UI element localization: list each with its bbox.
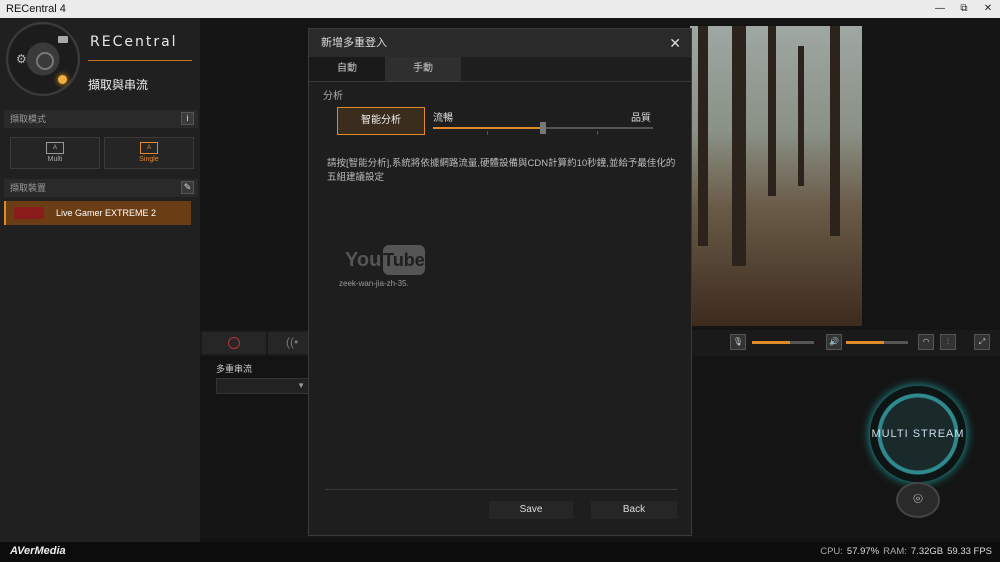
ram-label: RAM: (883, 546, 907, 557)
video-preview (690, 26, 862, 326)
analysis-label: 分析 (323, 91, 343, 102)
capture-mode-label: 擷取模式 (10, 114, 47, 124)
slider-tick (597, 131, 598, 135)
status-bar: AVerMedia CPU: 57.97% RAM: 7.32GB 59.33 … (0, 542, 1000, 562)
youtube-logo: You Tube (343, 243, 425, 277)
avermedia-logo: AVerMedia (10, 545, 66, 557)
fullscreen-icon[interactable]: ⤢ (974, 334, 990, 350)
folder-icon[interactable] (58, 36, 68, 43)
camera-icon[interactable]: ⌾ (896, 482, 940, 518)
capture-card-icon (14, 207, 44, 219)
slider-smooth-label: 流暢 (433, 113, 453, 124)
multistream-button[interactable]: MULTI STREAM (870, 386, 966, 482)
capture-icon[interactable] (36, 52, 54, 70)
add-multi-login-dialog: 新增多重登入 ✕ 自動 手動 分析 智能分析 流暢 品質 請按[智能分析],系統… (308, 28, 692, 536)
cpu-label: CPU: (820, 546, 843, 557)
youtube-logo-tube: Tube (383, 245, 425, 275)
smart-analyze-button[interactable]: 智能分析 (337, 107, 425, 135)
mic-volume-slider[interactable] (752, 341, 790, 344)
back-button[interactable]: Back (591, 501, 677, 519)
dialog-tabs: 自動 手動 (309, 57, 691, 81)
chevron-down-icon: ▼ (297, 381, 305, 390)
analysis-description: 請按[智能分析],系統將依據網路流量,硬體設備與CDN計算約10秒鐘,並給予最佳… (327, 158, 676, 183)
mode-single-button[interactable]: A Single (104, 137, 194, 169)
slider-quality-label: 品質 (631, 113, 651, 124)
performance-stats: CPU: 57.97% RAM: 7.32GB 59.33 FPS (820, 546, 992, 557)
minimize-button[interactable]: — (934, 0, 946, 18)
broadcast-icon: ((• (286, 335, 299, 349)
youtube-logo-you: You (345, 249, 382, 271)
speaker-icon[interactable]: 🔊 (826, 334, 842, 350)
multi-mode-icon: A (46, 142, 64, 154)
cpu-value: 57.97% (846, 546, 880, 557)
multistream-label: 多重串流 (216, 364, 253, 374)
headphone-icon[interactable]: ◠ (918, 334, 934, 350)
save-button[interactable]: Save (489, 501, 573, 519)
edit-icon[interactable]: ✎ (181, 181, 194, 194)
sidebar: ⚙ RECentral 擷取與串流 擷取模式 i A Multi A Singl… (0, 18, 200, 542)
fps-value: 59.33 FPS (947, 546, 992, 557)
close-window-button[interactable]: ✕ (982, 0, 994, 18)
multistream-select[interactable]: ▼ (216, 378, 312, 394)
single-mode-icon: A (140, 142, 158, 154)
tab-manual[interactable]: 手動 (385, 57, 461, 81)
divider (309, 81, 691, 82)
info-icon[interactable]: i (181, 112, 194, 125)
mode-title: 擷取與串流 (88, 78, 149, 92)
watermark-text: zeek-wan-jia-zh-35. (339, 279, 409, 288)
device-item[interactable]: Live Gamer EXTREME 2 (4, 201, 191, 225)
device-label: Live Gamer EXTREME 2 (56, 208, 157, 218)
ram-value: 7.32GB (910, 546, 944, 557)
divider (88, 60, 192, 61)
capture-mode-header: 擷取模式 i (4, 110, 198, 128)
restore-button[interactable]: ⧉ (958, 0, 970, 18)
tab-auto[interactable]: 自動 (309, 57, 385, 81)
dialog-title: 新增多重登入 (321, 37, 387, 49)
brand-logo: RECentral (90, 34, 178, 50)
quality-slider-handle[interactable] (540, 122, 546, 134)
speaker-volume-slider[interactable] (846, 341, 884, 344)
divider (325, 489, 677, 490)
slider-tick (487, 131, 488, 135)
window-title: RECentral 4 (6, 3, 66, 15)
status-dot-icon (58, 75, 67, 84)
close-icon[interactable]: ✕ (669, 29, 681, 57)
capture-devices-label: 擷取裝置 (10, 183, 47, 193)
dialog-header: 新增多重登入 ✕ (309, 29, 691, 57)
mode-single-label: Single (139, 156, 159, 163)
mode-multi-label: Multi (47, 156, 63, 163)
gear-icon[interactable]: ⚙ (16, 52, 27, 66)
mode-multi-button[interactable]: A Multi (10, 137, 100, 169)
mixer-icon[interactable]: ⫶ (940, 334, 956, 350)
record-tab[interactable] (202, 332, 266, 354)
mic-icon[interactable]: 🎙 (730, 334, 746, 350)
mode-dial[interactable]: ⚙ (6, 22, 80, 96)
stream-tab[interactable]: ((• (268, 332, 308, 354)
quality-slider-fill (433, 127, 543, 129)
capture-devices-header: 擷取裝置 ✎ (4, 179, 198, 197)
window-title-bar: RECentral 4 — ⧉ ✕ (0, 0, 1000, 18)
record-icon (228, 337, 240, 349)
